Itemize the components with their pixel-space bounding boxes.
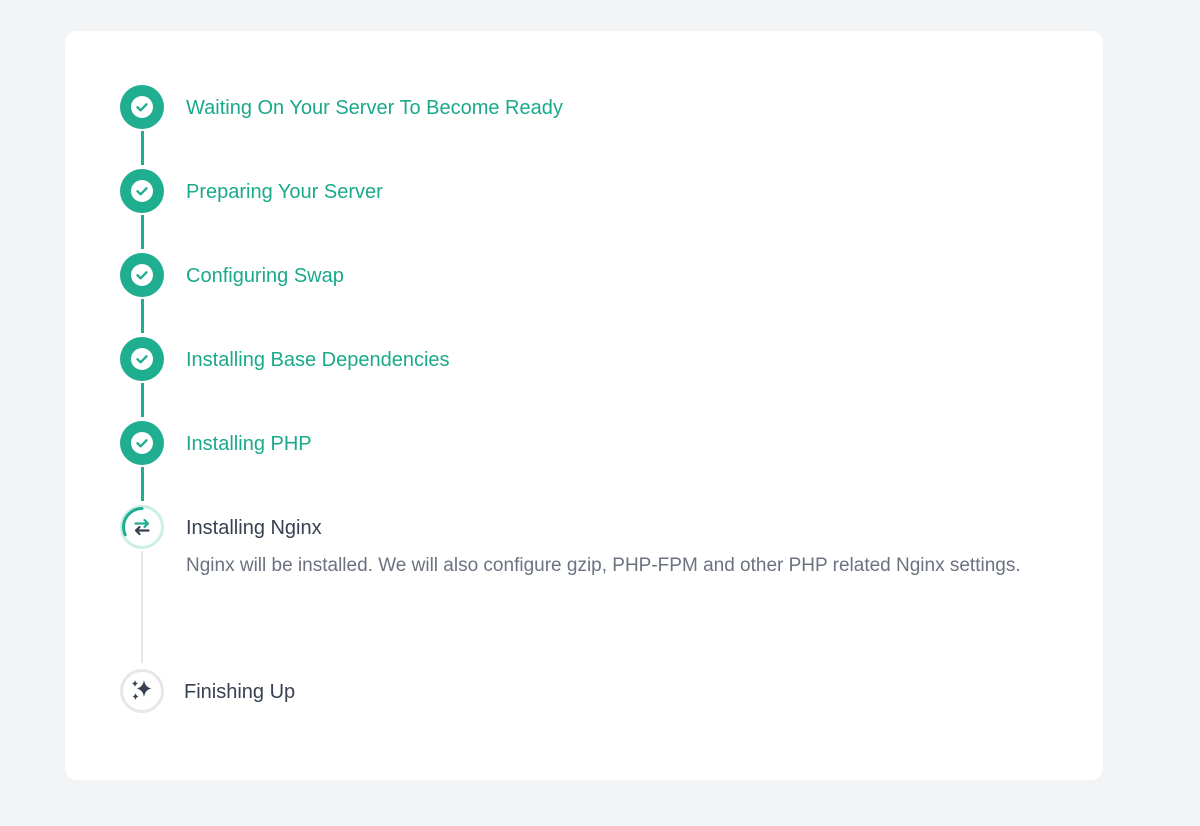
step-connector xyxy=(141,215,144,249)
sparkles-icon xyxy=(132,680,152,700)
provisioning-card: Waiting On Your Server To Become Ready P… xyxy=(65,31,1103,780)
step-status-completed xyxy=(120,337,164,381)
swap-arrows-icon xyxy=(134,518,150,536)
step-status-completed xyxy=(120,253,164,297)
step-connector xyxy=(141,551,143,663)
step-status-completed xyxy=(120,421,164,465)
step-title: Configuring Swap xyxy=(186,265,344,287)
check-icon xyxy=(136,271,148,280)
step-title: Preparing Your Server xyxy=(186,181,383,203)
step-connector xyxy=(141,467,144,501)
step-title: Waiting On Your Server To Become Ready xyxy=(186,97,563,119)
check-icon xyxy=(136,355,148,364)
step-status-completed xyxy=(120,85,164,129)
check-icon xyxy=(136,187,148,196)
step-title: Installing Nginx xyxy=(186,517,322,539)
step-status-in-progress xyxy=(120,505,164,549)
step-connector xyxy=(141,131,144,165)
step-connector xyxy=(141,299,144,333)
step-description: Nginx will be installed. We will also co… xyxy=(186,555,1021,576)
step-title: Finishing Up xyxy=(184,681,296,703)
step-status-completed xyxy=(120,169,164,213)
step-title: Installing PHP xyxy=(186,433,312,455)
step-status-pending xyxy=(120,669,164,713)
check-icon xyxy=(136,439,148,448)
step-connector xyxy=(141,383,144,417)
check-icon xyxy=(136,103,148,112)
step-title: Installing Base Dependencies xyxy=(186,349,450,371)
